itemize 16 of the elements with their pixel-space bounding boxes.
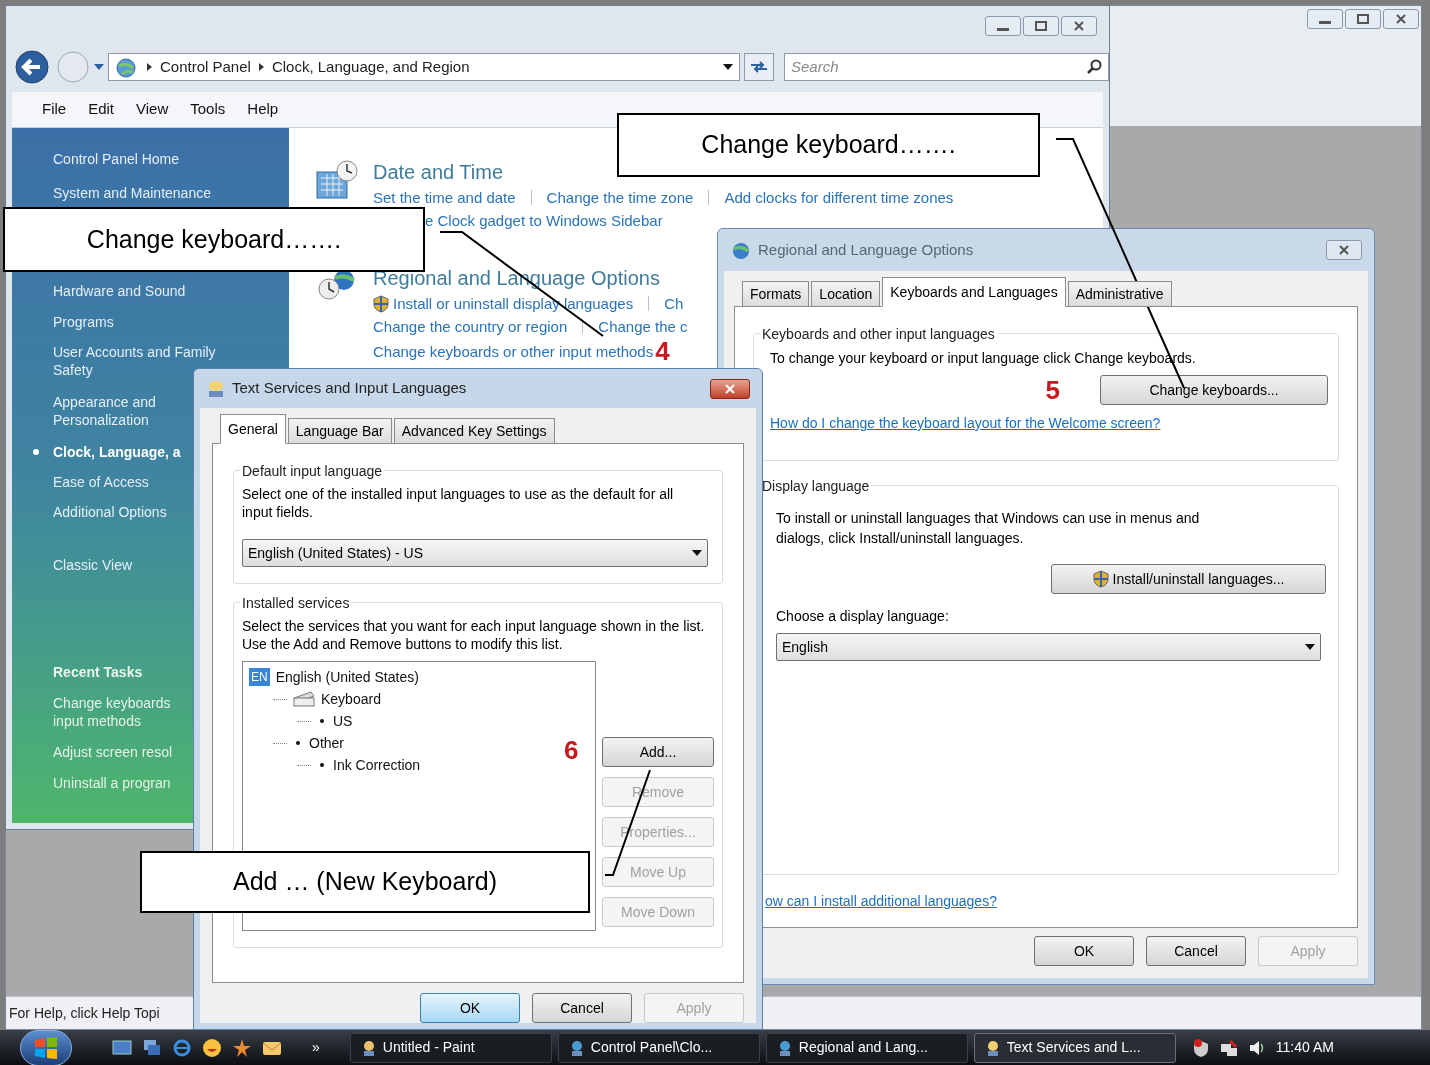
clock-text: 11:40 AM xyxy=(1275,1038,1334,1057)
callout-box: Change keyboard……. xyxy=(617,113,1040,177)
callout-box: Change keyboard……. xyxy=(3,207,425,272)
field-label: Choose a display language: xyxy=(776,607,950,626)
step-number: 4 xyxy=(655,338,670,364)
section-heading: Recent Tasks xyxy=(53,663,143,681)
status-text: For Help, click Help Topi xyxy=(9,1003,160,1023)
language-badge: EN xyxy=(249,668,270,686)
window-title: Regional and Language Options xyxy=(758,239,974,260)
step-number: 5 xyxy=(1045,377,1060,403)
description-text: Select the services that you want for each input language shown in the list. Use the Add and Remove buttons to modify this list. xyxy=(242,617,706,653)
window-title: Text Services and Input Languages xyxy=(232,378,467,399)
callout-box: Add … (New Keyboard) xyxy=(140,851,590,913)
description-text: To install or uninstall languages that Windows can use in menus and dialogs, click Install/uninstall languages. xyxy=(776,509,1201,548)
step-number: 6 xyxy=(564,737,579,763)
description-text: Select one of the installed input languages to use as the default for all input fields. xyxy=(242,485,675,521)
